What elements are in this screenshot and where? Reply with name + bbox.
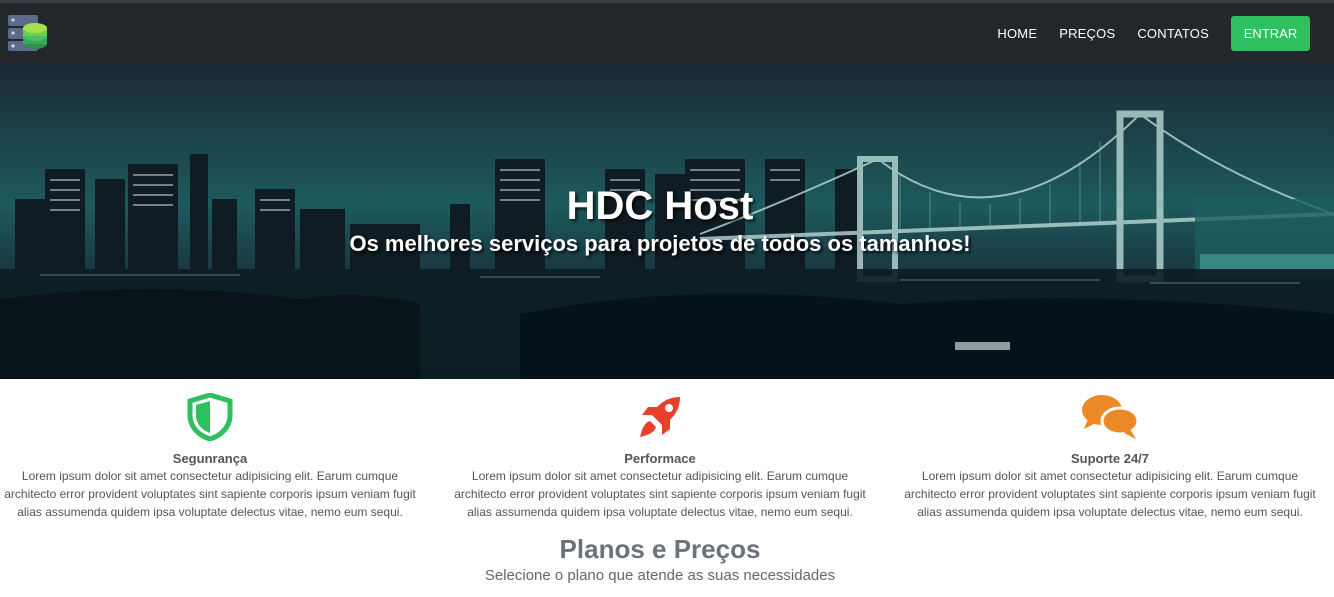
nav-link-contatos[interactable]: CONTATOS	[1137, 26, 1209, 41]
nav-link-precos[interactable]: PREÇOS	[1059, 26, 1115, 41]
chat-bubbles-icon	[900, 391, 1320, 441]
nav-link-home[interactable]: HOME	[997, 26, 1037, 41]
feature-performance: Performace Lorem ipsum dolor sit amet co…	[450, 391, 870, 521]
feature-seguranca: Segunrança Lorem ipsum dolor sit amet co…	[0, 391, 420, 521]
features-section: Segunrança Lorem ipsum dolor sit amet co…	[0, 379, 1334, 529]
navbar: HOME PREÇOS CONTATOS ENTRAR	[0, 3, 1334, 64]
main-nav: HOME PREÇOS CONTATOS ENTRAR	[997, 3, 1310, 64]
feature-text: Lorem ipsum dolor sit amet consectetur a…	[454, 469, 866, 519]
plans-title: Planos e Preços	[559, 534, 761, 564]
feature-text: Lorem ipsum dolor sit amet consectetur a…	[4, 469, 416, 519]
feature-suporte: Suporte 24/7 Lorem ipsum dolor sit amet …	[900, 391, 1320, 521]
plans-subtitle: Selecione o plano que atende as suas nec…	[484, 567, 836, 584]
hero-title: HDC Host	[566, 184, 754, 228]
feature-title: Suporte 24/7	[1070, 451, 1150, 466]
rocket-icon	[450, 391, 870, 441]
feature-text: Lorem ipsum dolor sit amet consectetur a…	[904, 469, 1316, 519]
shield-icon	[0, 391, 420, 441]
entrar-button[interactable]: ENTRAR	[1231, 16, 1310, 51]
hero-banner: HDC Host Os melhores serviços para proje…	[0, 64, 1334, 379]
hero-subtitle: Os melhores serviços para projetos de to…	[349, 231, 971, 256]
logo-database-icon[interactable]	[8, 13, 48, 53]
feature-title: Segunrança	[172, 451, 248, 466]
feature-title: Performace	[624, 451, 696, 466]
